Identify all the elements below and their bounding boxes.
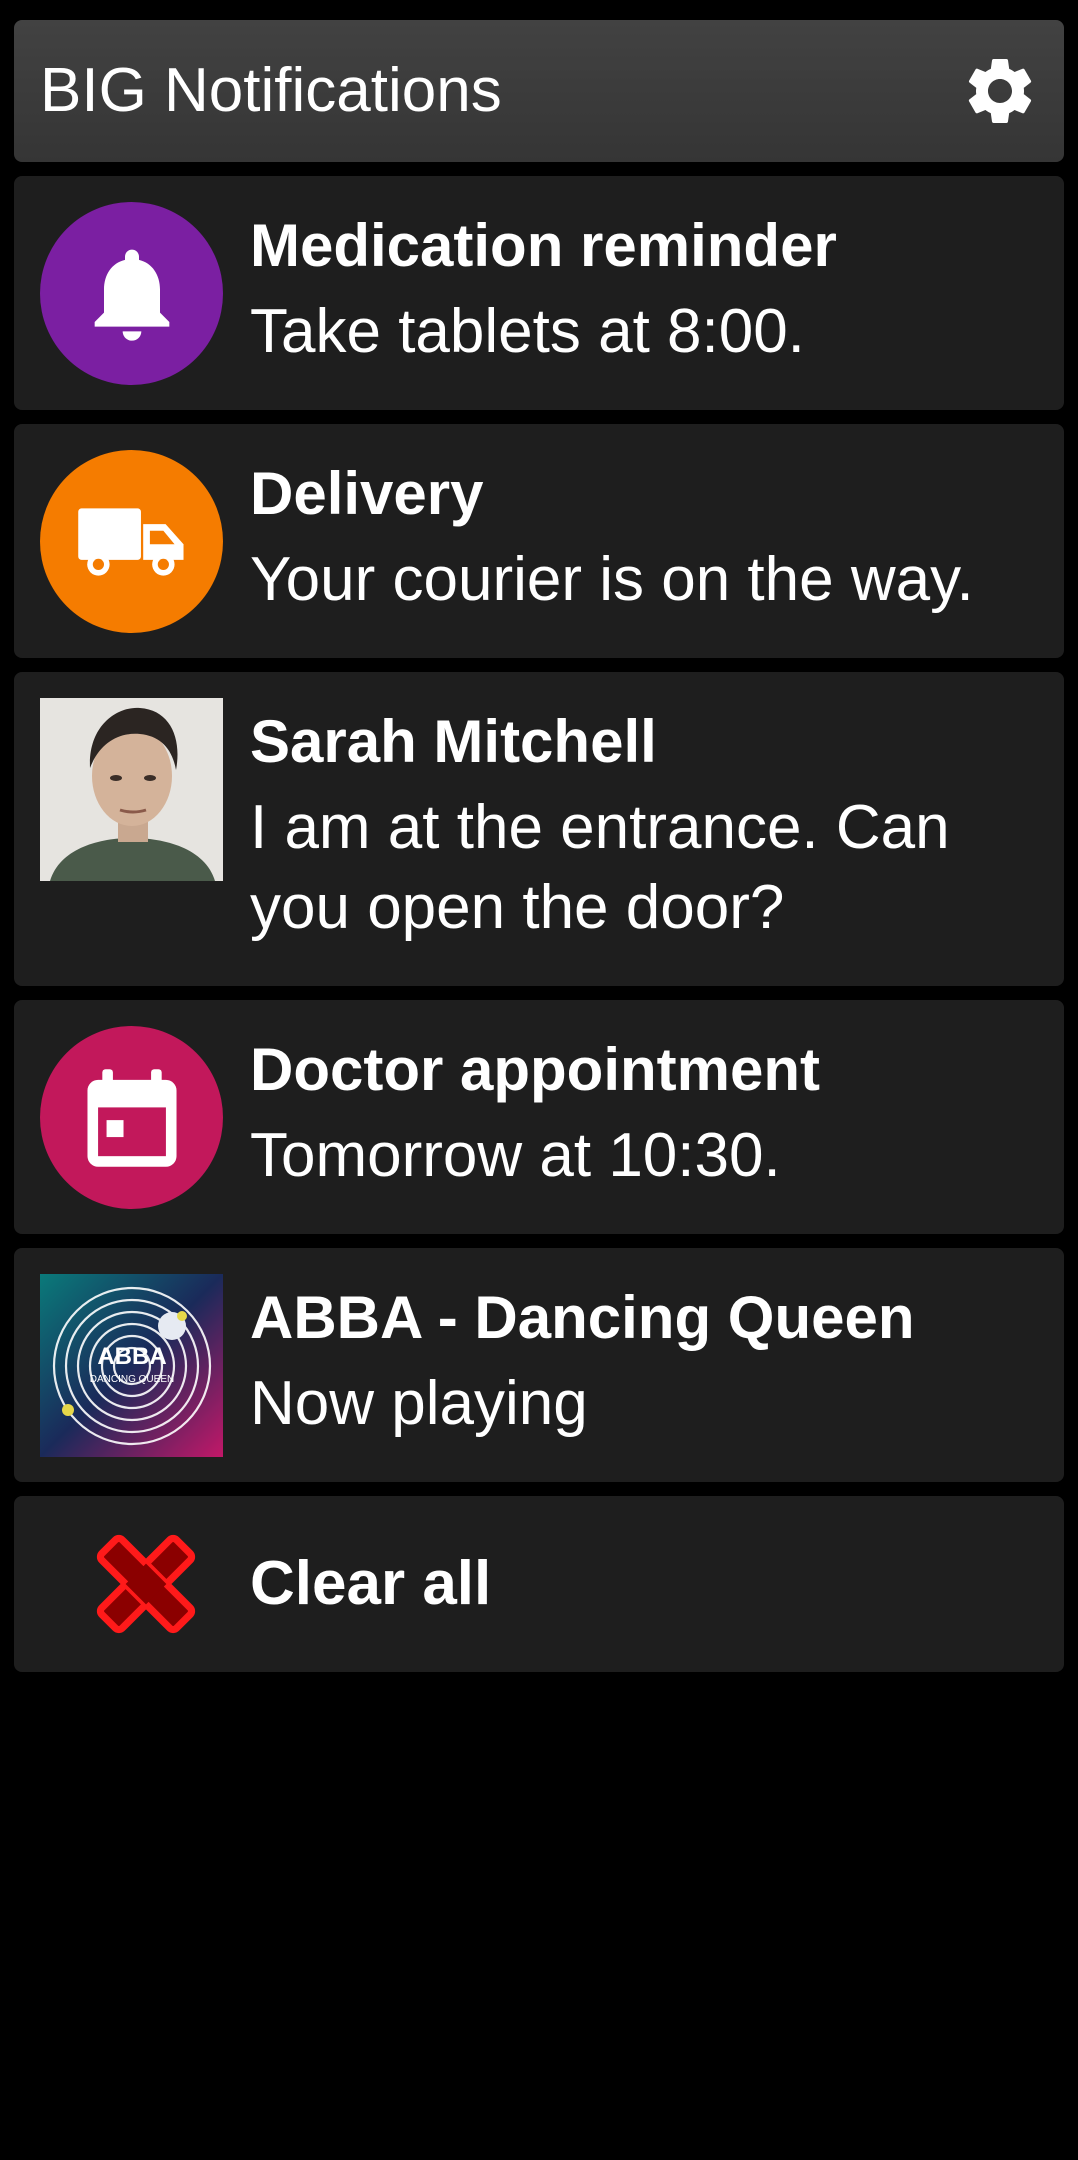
- truck-icon: [40, 450, 223, 633]
- notification-title: Delivery: [250, 460, 484, 527]
- app-header: BIG Notifications: [14, 20, 1064, 162]
- notification-appointment[interactable]: Doctor appointment Tomorrow at 10:30.: [14, 1000, 1064, 1234]
- app-title: BIG Notifications: [40, 56, 502, 125]
- notification-title: ABBA - Dancing Queen: [250, 1284, 915, 1351]
- notification-text: Tomorrow at 10:30.: [250, 1121, 781, 1190]
- notification-text: I am at the entrance. Can you open the d…: [250, 793, 950, 942]
- calendar-icon-badge: [40, 1026, 223, 1209]
- notification-text: Now playing: [250, 1369, 588, 1438]
- notification-text: Take tablets at 8:00.: [250, 297, 805, 366]
- notification-text: Your courier is on the way.: [250, 545, 974, 614]
- album-art-title: ABBA: [97, 1343, 166, 1370]
- calendar-icon: [40, 1026, 223, 1209]
- clear-all-button[interactable]: Clear all: [14, 1496, 1064, 1672]
- bell-icon-badge: [40, 202, 223, 385]
- album-art-subtitle: DANCING QUEEN: [90, 1374, 174, 1385]
- notification-title: Doctor appointment: [250, 1036, 820, 1103]
- notification-title: Sarah Mitchell: [250, 708, 657, 775]
- notification-medication[interactable]: Medication reminder Take tablets at 8:00…: [14, 176, 1064, 410]
- notification-media[interactable]: ABBA DANCING QUEEN ABBA - Dancing Queen …: [14, 1248, 1064, 1482]
- notification-delivery[interactable]: Delivery Your courier is on the way.: [14, 424, 1064, 658]
- bell-icon: [40, 202, 223, 385]
- close-icon: [86, 1524, 206, 1644]
- avatar: [40, 698, 223, 881]
- album-art: ABBA DANCING QUEEN: [40, 1274, 223, 1457]
- notification-message[interactable]: Sarah Mitchell I am at the entrance. Can…: [14, 672, 1064, 986]
- truck-icon-badge: [40, 450, 223, 633]
- clear-all-label: Clear all: [250, 1549, 492, 1618]
- gear-icon[interactable]: [960, 51, 1040, 131]
- notification-title: Medication reminder: [250, 212, 837, 279]
